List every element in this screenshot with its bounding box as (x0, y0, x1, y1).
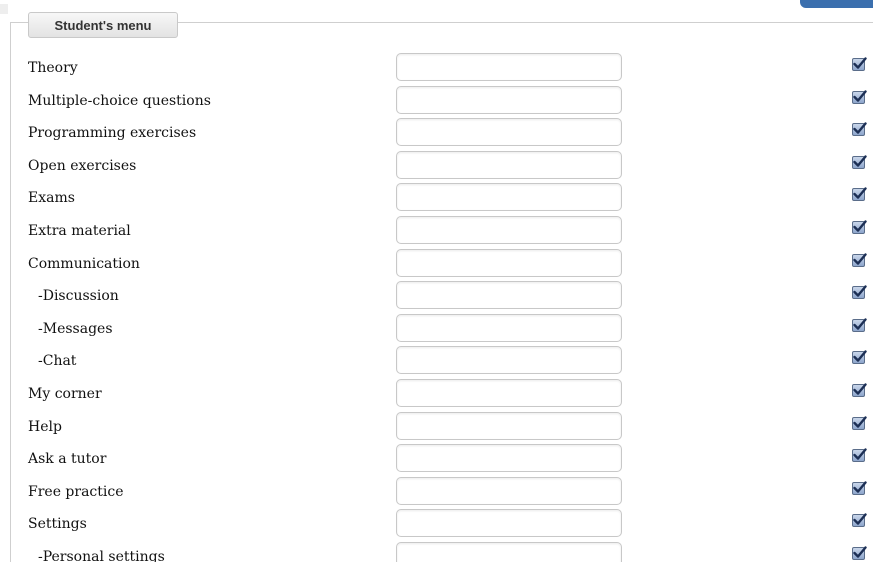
checkmark-icon (853, 57, 867, 69)
menu-item-name-input[interactable] (396, 86, 622, 114)
checkmark-icon (853, 448, 867, 460)
menu-item-label: Open exercises (28, 158, 137, 174)
menu-row-messages: -Messages (0, 314, 873, 346)
menu-item-label: My corner (28, 386, 102, 402)
menu-row-free-practice: Free practice (0, 477, 873, 509)
menu-item-label: Programming exercises (28, 125, 197, 141)
menu-item-name-input[interactable] (396, 249, 622, 277)
menu-item-enabled-checkbox[interactable] (852, 90, 867, 104)
menu-row-exams: Exams (0, 183, 873, 215)
checkmark-icon (853, 187, 867, 199)
menu-item-enabled-checkbox[interactable] (852, 383, 867, 397)
menu-item-label: -Personal settings (38, 549, 165, 562)
menu-item-name-input[interactable] (396, 346, 622, 374)
menu-item-name-input[interactable] (396, 216, 622, 244)
menu-row-chat: -Chat (0, 346, 873, 378)
faint-corner-mark (0, 4, 8, 14)
menu-item-label: -Discussion (38, 288, 119, 304)
menu-item-name-input[interactable] (396, 412, 622, 440)
menu-item-name-input[interactable] (396, 118, 622, 146)
menu-item-label: Free practice (28, 484, 124, 500)
menu-item-enabled-checkbox[interactable] (852, 546, 867, 560)
menu-row-theory: Theory (0, 53, 873, 85)
menu-row-communication: Communication (0, 249, 873, 281)
menu-item-enabled-checkbox[interactable] (852, 155, 867, 169)
checkmark-icon (853, 546, 867, 558)
menu-item-name-input[interactable] (396, 281, 622, 309)
menu-item-label: Settings (28, 516, 87, 532)
menu-row-my-corner: My corner (0, 379, 873, 411)
menu-item-name-input[interactable] (396, 444, 622, 472)
menu-row-multiple-choice-questions: Multiple-choice questions (0, 86, 873, 118)
menu-item-name-input[interactable] (396, 53, 622, 81)
checkmark-icon (853, 350, 867, 362)
menu-item-enabled-checkbox[interactable] (852, 122, 867, 136)
checkmark-icon (853, 155, 867, 167)
menu-item-label: -Chat (38, 353, 77, 369)
corner-button[interactable] (800, 0, 873, 8)
menu-item-name-input[interactable] (396, 509, 622, 537)
checkmark-icon (853, 122, 867, 134)
menu-item-label: Exams (28, 190, 75, 206)
menu-item-enabled-checkbox[interactable] (852, 350, 867, 364)
menu-item-enabled-checkbox[interactable] (852, 187, 867, 201)
menu-row-discussion: -Discussion (0, 281, 873, 313)
menu-item-enabled-checkbox[interactable] (852, 513, 867, 527)
menu-row-extra-material: Extra material (0, 216, 873, 248)
menu-item-enabled-checkbox[interactable] (852, 448, 867, 462)
checkmark-icon (853, 285, 867, 297)
menu-item-enabled-checkbox[interactable] (852, 318, 867, 332)
menu-row-settings: Settings (0, 509, 873, 541)
checkmark-icon (853, 416, 867, 428)
checkmark-icon (853, 253, 867, 265)
menu-item-label: Multiple-choice questions (28, 93, 211, 109)
menu-item-name-input[interactable] (396, 477, 622, 505)
checkmark-icon (853, 220, 867, 232)
menu-row-programming-exercises: Programming exercises (0, 118, 873, 150)
menu-item-label: Ask a tutor (28, 451, 107, 467)
menu-item-name-input[interactable] (396, 379, 622, 407)
menu-item-label: Communication (28, 256, 140, 272)
menu-row-open-exercises: Open exercises (0, 151, 873, 183)
checkmark-icon (853, 90, 867, 102)
menu-row-help: Help (0, 412, 873, 444)
menu-item-name-input[interactable] (396, 542, 622, 562)
menu-item-enabled-checkbox[interactable] (852, 253, 867, 267)
menu-item-name-input[interactable] (396, 314, 622, 342)
student-menu-page: Student's menu Theory Multiple-choice que… (0, 0, 873, 562)
menu-item-enabled-checkbox[interactable] (852, 416, 867, 430)
menu-row-personal-settings: -Personal settings (0, 542, 873, 562)
checkmark-icon (853, 318, 867, 330)
menu-item-name-input[interactable] (396, 183, 622, 211)
menu-item-enabled-checkbox[interactable] (852, 220, 867, 234)
checkmark-icon (853, 481, 867, 493)
checkmark-icon (853, 383, 867, 395)
menu-item-label: Extra material (28, 223, 131, 239)
menu-item-enabled-checkbox[interactable] (852, 285, 867, 299)
menu-item-label: Theory (28, 60, 78, 76)
menu-row-ask-a-tutor: Ask a tutor (0, 444, 873, 476)
menu-item-enabled-checkbox[interactable] (852, 57, 867, 71)
menu-item-label: Help (28, 419, 62, 435)
menu-item-enabled-checkbox[interactable] (852, 481, 867, 495)
menu-item-name-input[interactable] (396, 151, 622, 179)
student-menu-legend: Student's menu (28, 12, 178, 38)
checkmark-icon (853, 513, 867, 525)
menu-item-label: -Messages (38, 321, 113, 337)
